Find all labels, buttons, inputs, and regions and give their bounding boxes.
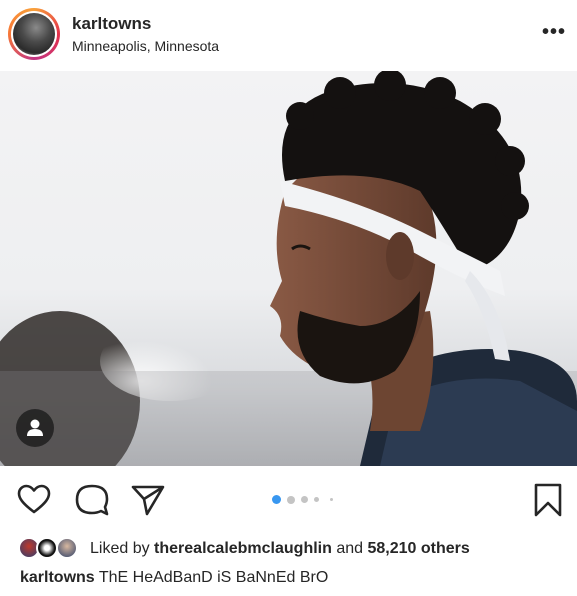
likes-row: Liked by therealcalebmclaughlin and 58,2… [0,534,577,564]
liker-username[interactable]: therealcalebmclaughlin [154,540,332,557]
carousel-dot [301,496,308,503]
bookmark-icon [534,483,562,517]
tag-people-button[interactable] [16,409,54,447]
caption-username[interactable]: karltowns [20,569,95,586]
carousel-dot-active [272,495,281,504]
more-options-button[interactable]: ••• [540,20,568,44]
liker-avatar[interactable] [36,537,58,559]
others-count[interactable]: 58,210 others [368,540,470,557]
profile-avatar[interactable] [11,11,57,57]
person-tag-icon [27,419,43,436]
carousel-dot [330,498,333,501]
carousel-dot [314,497,319,502]
liker-avatar[interactable] [56,537,78,559]
like-button[interactable] [16,482,52,518]
liked-by-label: Liked by [90,540,150,557]
save-button[interactable] [530,482,566,518]
comment-icon [75,484,109,516]
post-caption: karltowns ThE HeAdBanD iS BaNnEd BrO [20,569,328,587]
story-ring[interactable] [8,8,60,60]
carousel-dot [287,496,295,504]
post-photo[interactable] [0,71,577,466]
post-image [0,71,577,466]
paper-plane-icon [131,485,165,516]
post-username[interactable]: karltowns [72,14,151,34]
likes-summary: Liked by therealcalebmclaughlin and 58,2… [90,540,470,558]
and-label: and [336,540,364,557]
caption-text: ThE HeAdBanD iS BaNnEd BrO [98,569,329,586]
post-header: karltowns Minneapolis, Minnesota ••• [0,0,577,70]
post-location[interactable]: Minneapolis, Minnesota [72,38,219,54]
heart-icon [17,484,51,514]
share-button[interactable] [130,482,166,518]
more-options-icon: ••• [541,21,566,43]
comment-button[interactable] [74,482,110,518]
action-bar [0,466,577,530]
avatar-photo [13,13,55,55]
